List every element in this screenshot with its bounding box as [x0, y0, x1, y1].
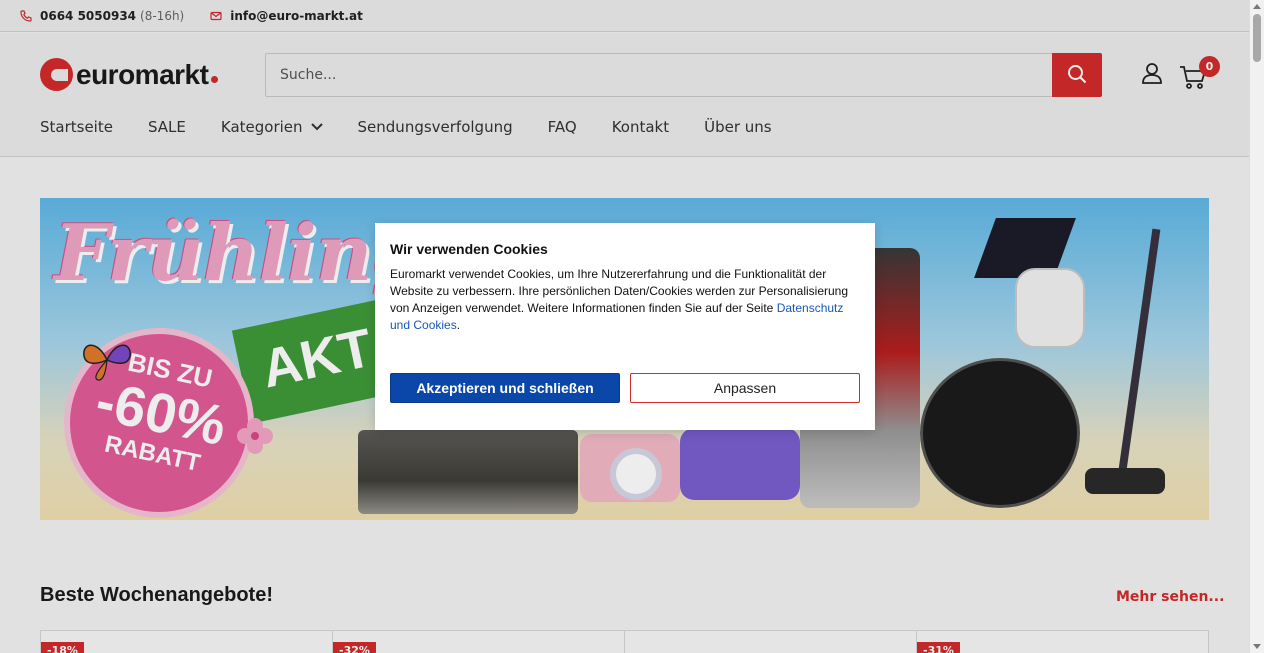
accept-button[interactable]: Akzeptieren und schließen [390, 373, 620, 403]
scrollbar[interactable] [1249, 0, 1264, 653]
scroll-down-arrow-icon[interactable] [1253, 644, 1261, 649]
cookie-text: Euromarkt verwendet Cookies, um Ihre Nut… [390, 266, 860, 334]
scroll-thumb[interactable] [1253, 14, 1261, 62]
page: 0664 5050934 (8-16h) info@euro-markt.at … [0, 0, 1249, 653]
cookie-title: Wir verwenden Cookies [390, 241, 548, 257]
scroll-up-arrow-icon[interactable] [1253, 4, 1261, 9]
cookie-period: . [456, 318, 461, 332]
cookie-dialog: Wir verwenden Cookies Euromarkt verwende… [375, 223, 875, 430]
adjust-button[interactable]: Anpassen [630, 373, 860, 403]
